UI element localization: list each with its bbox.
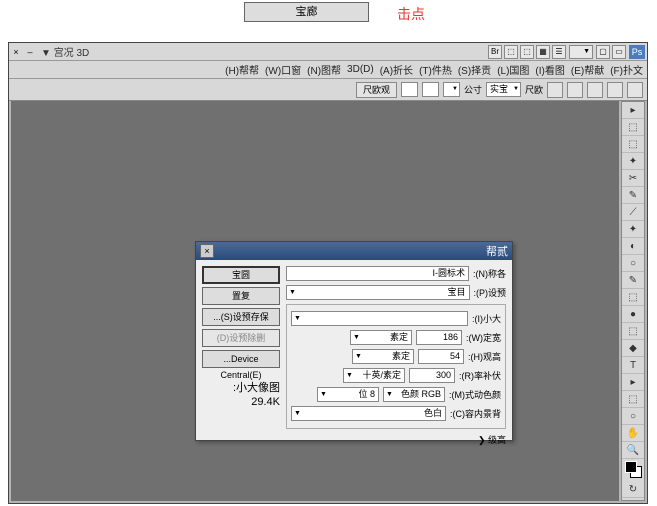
close-icon[interactable]: × — [9, 47, 23, 57]
menu-item[interactable]: (S)择贡 — [458, 62, 491, 77]
opt-field[interactable] — [401, 82, 418, 97]
background-select[interactable]: 色白 — [291, 406, 446, 421]
tool-brush-icon[interactable]: ✦ — [622, 221, 644, 238]
menu-item[interactable]: (H)帮帮 — [225, 62, 259, 77]
size-label: :(I)小大 — [472, 312, 501, 325]
workspace-select[interactable] — [569, 45, 593, 59]
tool-path-icon[interactable]: ▸ — [622, 374, 644, 391]
delete-preset-button: (D)设预除删 — [202, 329, 280, 347]
titlebar-icon[interactable]: ⬚ — [520, 45, 534, 59]
titlebar-icon[interactable]: Br — [488, 45, 502, 59]
reset-button[interactable]: 置复 — [202, 287, 280, 305]
imagesize-label: :小大像图 — [202, 381, 280, 395]
resolution-unit-select[interactable]: 十英/素定 — [343, 368, 405, 383]
tool-lasso-icon[interactable]: ⬚ — [622, 136, 644, 153]
opt-field[interactable]: 实宝 — [486, 82, 521, 97]
app-window: Ps ▭ ▢ ☰ ▦ ⬚ ⬚ Br 宫况 3D ▼ – × (F)扑文 (E)帮… — [8, 42, 648, 504]
menu-item[interactable]: (T)件热 — [419, 62, 452, 77]
colormode-select[interactable]: 色颜 RGB — [383, 387, 445, 402]
tool-quickmask-icon[interactable]: ↻ — [622, 481, 644, 498]
top-button[interactable]: 宝廊 — [244, 2, 369, 22]
save-preset-button[interactable]: ...(S)设预存保 — [202, 308, 280, 326]
preset-select[interactable]: 宝目 — [286, 285, 470, 300]
height-label: :(H)观高 — [468, 350, 501, 363]
opt-icon[interactable] — [547, 82, 563, 98]
width-label: :(W)定宽 — [466, 331, 501, 344]
menu-item[interactable]: (A)折长 — [380, 62, 413, 77]
app-logo-icon: Ps — [629, 45, 645, 59]
minimize-icon[interactable]: – — [23, 47, 37, 57]
dialog-titlebar: 帮贰 × — [196, 242, 512, 260]
options-bar: 尺欧 实宝 公寸 尺欧观 — [9, 79, 647, 101]
tool-hand-icon[interactable]: ✋ — [622, 425, 644, 442]
tool-dodge-icon[interactable]: ⬚ — [622, 323, 644, 340]
tool-eraser-icon[interactable]: ✎ — [622, 272, 644, 289]
preset-label: :(P)设预 — [474, 286, 507, 299]
imagesize-value: 29.4K — [202, 395, 280, 409]
titlebar-icon[interactable]: ▦ — [536, 45, 550, 59]
opt-label: 尺欧 — [525, 83, 543, 96]
opt-icon[interactable] — [607, 82, 623, 98]
width-input[interactable]: 186 — [416, 330, 462, 345]
color-swatch[interactable] — [622, 459, 644, 481]
opt-field[interactable] — [443, 82, 460, 97]
dialog-close-icon[interactable]: × — [200, 244, 214, 258]
tool-stamp-icon[interactable]: ◐ — [622, 238, 644, 255]
menu-item[interactable]: 3D(D) — [347, 64, 374, 75]
bitdepth-select[interactable]: 位 8 — [317, 387, 379, 402]
resolution-input[interactable]: 300 — [409, 368, 455, 383]
tool-marquee-icon[interactable]: ⬚ — [622, 119, 644, 136]
tool-zoom-icon[interactable]: 🔍 — [622, 442, 644, 459]
annotation-label: 击点 — [397, 4, 425, 24]
menu-item[interactable]: (N)图帮 — [307, 62, 341, 77]
menu-item[interactable]: (F)扑文 — [610, 62, 643, 77]
menu-item[interactable]: (E)帮献 — [571, 62, 604, 77]
height-input[interactable]: 54 — [418, 349, 464, 364]
tool-pen-icon[interactable]: ◆ — [622, 340, 644, 357]
ok-button[interactable]: 宝圆 — [202, 266, 280, 284]
tool-crop-icon[interactable]: ✂ — [622, 170, 644, 187]
tool-heal-icon[interactable]: ⟋ — [622, 204, 644, 221]
tool-blur-icon[interactable]: ● — [622, 306, 644, 323]
new-document-dialog: 帮贰 × :(N)称各 I-圆标术 :(P)设预 宝目 :(I)小大 — [195, 241, 513, 441]
opt-button[interactable]: 尺欧观 — [356, 82, 397, 98]
dialog-title: 帮贰 — [486, 243, 508, 259]
menu-item[interactable]: (I)看图 — [535, 62, 564, 77]
tool-3d-icon[interactable]: ○ — [622, 408, 644, 425]
opt-icon[interactable] — [587, 82, 603, 98]
tool-history-icon[interactable]: ○ — [622, 255, 644, 272]
size-select[interactable] — [291, 311, 468, 326]
device-central-button[interactable]: ...Device Central(E) — [202, 350, 280, 368]
advanced-toggle[interactable]: 级高 — [286, 433, 506, 446]
background-label: :(C)容内景背 — [450, 407, 501, 420]
colormode-label: :(M)式动色颜 — [449, 388, 501, 401]
win-icon[interactable]: ▢ — [596, 45, 610, 59]
win-icon[interactable]: ▭ — [612, 45, 626, 59]
menu-item[interactable]: (L)国图 — [497, 62, 529, 77]
resolution-label: :(R)率补伏 — [459, 369, 501, 382]
tool-wand-icon[interactable]: ✦ — [622, 153, 644, 170]
name-label: :(N)称各 — [473, 267, 506, 280]
title-left: 宫况 3D ▼ — [37, 44, 93, 59]
tool-move-icon[interactable]: ▸ — [622, 102, 644, 119]
menu-bar: (F)扑文 (E)帮献 (I)看图 (L)国图 (S)择贡 (T)件热 (A)折… — [9, 61, 647, 79]
tool-eyedrop-icon[interactable]: ✎ — [622, 187, 644, 204]
opt-label: 公寸 — [464, 83, 482, 96]
width-unit-select[interactable]: 素定 — [350, 330, 412, 345]
menu-item[interactable]: (W)口窗 — [265, 62, 301, 77]
titlebar: Ps ▭ ▢ ☰ ▦ ⬚ ⬚ Br 宫况 3D ▼ – × — [9, 43, 647, 61]
titlebar-icon[interactable]: ☰ — [552, 45, 566, 59]
height-unit-select[interactable]: 素定 — [352, 349, 414, 364]
tool-type-icon[interactable]: T — [622, 357, 644, 374]
toolbox: ▸ ⬚ ⬚ ✦ ✂ ✎ ⟋ ✦ ◐ ○ ✎ ⬚ ● ⬚ ◆ T ▸ ⬚ ○ ✋ … — [621, 101, 645, 501]
tool-shape-icon[interactable]: ⬚ — [622, 391, 644, 408]
tool-gradient-icon[interactable]: ⬚ — [622, 289, 644, 306]
tool-preset-icon[interactable] — [627, 82, 643, 98]
titlebar-icon[interactable]: ⬚ — [504, 45, 518, 59]
opt-field[interactable] — [422, 82, 439, 97]
name-input[interactable]: I-圆标术 — [286, 266, 469, 281]
opt-icon[interactable] — [567, 82, 583, 98]
